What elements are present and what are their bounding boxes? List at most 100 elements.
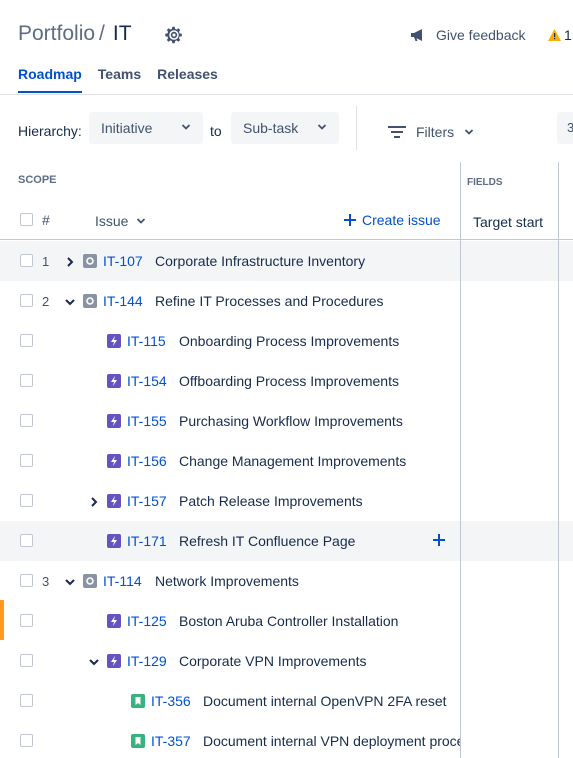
select-all-checkbox[interactable] bbox=[20, 213, 33, 226]
row-checkbox[interactable] bbox=[20, 294, 33, 307]
hierarchy-to-select[interactable]: Sub-task bbox=[231, 112, 339, 144]
table-row[interactable]: IT-357 Document internal VPN deployment p… bbox=[0, 721, 573, 758]
scope-fields-divider bbox=[460, 162, 461, 758]
row-checkbox[interactable] bbox=[20, 614, 33, 627]
epic-icon bbox=[107, 454, 121, 468]
row-scope-cell: IT-155 Purchasing Workflow Improvements bbox=[0, 401, 460, 441]
row-rank: 3 bbox=[42, 574, 50, 589]
chevron-down-icon bbox=[137, 218, 146, 224]
issue-key-link[interactable]: IT-156 bbox=[127, 453, 167, 469]
epic-icon bbox=[107, 534, 121, 548]
chevron-right-icon[interactable] bbox=[88, 495, 100, 507]
table-row[interactable]: IT-129 Corporate VPN Improvements bbox=[0, 641, 573, 681]
issue-column-header[interactable]: Issue bbox=[95, 213, 146, 229]
issue-title: Document internal OpenVPN 2FA reset bbox=[203, 693, 447, 709]
row-scope-cell: IT-154 Offboarding Process Improvements bbox=[0, 361, 460, 401]
row-checkbox[interactable] bbox=[20, 494, 33, 507]
epic-icon bbox=[107, 494, 121, 508]
filters-label: Filters bbox=[416, 124, 455, 140]
warnings-indicator[interactable]: 1 bbox=[548, 27, 572, 43]
chevron-down-icon[interactable] bbox=[64, 295, 76, 307]
target-start-column-header[interactable]: Target start bbox=[473, 214, 543, 230]
table-row[interactable]: 1 IT-107 Corporate Infrastructure Inventor… bbox=[0, 241, 573, 281]
epic-icon bbox=[107, 414, 121, 428]
row-checkbox[interactable] bbox=[20, 454, 33, 467]
chevron-down-icon[interactable] bbox=[64, 575, 76, 587]
gear-icon[interactable] bbox=[163, 24, 185, 46]
issue-key-link[interactable]: IT-157 bbox=[127, 493, 167, 509]
issue-key-link[interactable]: IT-125 bbox=[127, 613, 167, 629]
column-divider bbox=[558, 162, 559, 758]
row-scope-cell: IT-171 Refresh IT Confluence Page bbox=[0, 521, 460, 561]
issue-title: Network Improvements bbox=[155, 573, 299, 589]
issue-title: Refine IT Processes and Procedures bbox=[155, 293, 384, 309]
table-row[interactable]: IT-157 Patch Release Improvements bbox=[0, 481, 573, 521]
filters-button[interactable]: Filters bbox=[388, 124, 474, 140]
column-header-row: # Issue Create issue Target start bbox=[0, 200, 573, 240]
table-row[interactable]: 3 IT-114 Network Improvements bbox=[0, 561, 573, 601]
row-checkbox[interactable] bbox=[20, 574, 33, 587]
row-checkbox[interactable] bbox=[20, 694, 33, 707]
row-checkbox[interactable] bbox=[20, 734, 33, 747]
chevron-right-icon[interactable] bbox=[64, 255, 76, 267]
issue-key-link[interactable]: IT-155 bbox=[127, 413, 167, 429]
issue-key-link[interactable]: IT-107 bbox=[103, 253, 143, 269]
initiative-icon bbox=[83, 294, 97, 308]
table-row[interactable]: IT-115 Onboarding Process Improvements bbox=[0, 321, 573, 361]
table-row[interactable]: IT-356 Document internal OpenVPN 2FA rese… bbox=[0, 681, 573, 721]
issue-key-link[interactable]: IT-115 bbox=[127, 333, 166, 349]
hierarchy-from-select[interactable]: Initiative bbox=[89, 112, 203, 144]
issue-key-link[interactable]: IT-154 bbox=[127, 373, 167, 389]
breadcrumb-portfolio[interactable]: Portfolio bbox=[18, 22, 95, 46]
issue-title: Refresh IT Confluence Page bbox=[179, 533, 356, 549]
issue-key-link[interactable]: IT-356 bbox=[151, 693, 191, 709]
warning-count: 1 bbox=[564, 27, 572, 43]
epic-icon bbox=[107, 334, 121, 348]
table-row[interactable]: IT-155 Purchasing Workflow Improvements bbox=[0, 401, 573, 441]
tab-releases[interactable]: Releases bbox=[157, 66, 218, 93]
issue-key-link[interactable]: IT-144 bbox=[103, 293, 143, 309]
row-checkbox[interactable] bbox=[20, 534, 33, 547]
row-checkbox[interactable] bbox=[20, 414, 33, 427]
rank-column-header: # bbox=[42, 212, 50, 228]
issue-title: Change Management Improvements bbox=[179, 453, 407, 469]
row-scope-cell: IT-125 Boston Aruba Controller Installati… bbox=[0, 601, 460, 641]
issue-title: Onboarding Process Improvements bbox=[179, 333, 400, 349]
issue-title: Offboarding Process Improvements bbox=[179, 373, 399, 389]
chevron-down-icon[interactable] bbox=[88, 655, 100, 667]
row-scope-cell: IT-157 Patch Release Improvements bbox=[0, 481, 460, 521]
table-row[interactable]: IT-156 Change Management Improvements bbox=[0, 441, 573, 481]
table-row[interactable]: 2 IT-144 Refine IT Processes and Procedure… bbox=[0, 281, 573, 321]
initiative-icon bbox=[83, 574, 97, 588]
give-feedback-button[interactable]: Give feedback bbox=[410, 27, 526, 43]
issue-key-link[interactable]: IT-171 bbox=[127, 533, 167, 549]
table-row[interactable]: IT-154 Offboarding Process Improvements bbox=[0, 361, 573, 401]
row-scope-cell: 3 IT-114 Network Improvements bbox=[0, 561, 460, 601]
give-feedback-label: Give feedback bbox=[436, 27, 526, 43]
chevron-down-icon bbox=[181, 124, 191, 130]
row-checkbox[interactable] bbox=[20, 254, 33, 267]
epic-icon bbox=[107, 654, 121, 668]
tab-roadmap[interactable]: Roadmap bbox=[18, 66, 82, 93]
breadcrumb-current: IT bbox=[112, 22, 132, 45]
breadcrumb-separator: / bbox=[99, 22, 105, 45]
issue-key-link[interactable]: IT-114 bbox=[103, 573, 142, 589]
chevron-down-icon bbox=[317, 124, 327, 130]
toolbar: Hierarchy: Initiative to Sub-task Filter… bbox=[0, 96, 573, 166]
issue-key-link[interactable]: IT-129 bbox=[127, 653, 167, 669]
add-child-icon[interactable] bbox=[433, 530, 445, 551]
hierarchy-from-value: Initiative bbox=[101, 120, 153, 136]
table-row[interactable]: IT-171 Refresh IT Confluence Page bbox=[0, 521, 573, 561]
issue-key-link[interactable]: IT-357 bbox=[151, 733, 191, 749]
story-icon bbox=[131, 694, 145, 708]
row-scope-cell: 1 IT-107 Corporate Infrastructure Inventor… bbox=[0, 241, 460, 281]
create-issue-button[interactable]: Create issue bbox=[344, 212, 441, 228]
table-row[interactable]: IT-125 Boston Aruba Controller Installati… bbox=[0, 601, 573, 641]
row-checkbox[interactable] bbox=[20, 374, 33, 387]
nav-tabs: Roadmap Teams Releases bbox=[18, 66, 218, 93]
epic-icon bbox=[107, 374, 121, 388]
row-checkbox[interactable] bbox=[20, 654, 33, 667]
tab-teams[interactable]: Teams bbox=[98, 66, 141, 93]
row-checkbox[interactable] bbox=[20, 334, 33, 347]
view-settings-button[interactable]: 3 bbox=[557, 112, 573, 144]
